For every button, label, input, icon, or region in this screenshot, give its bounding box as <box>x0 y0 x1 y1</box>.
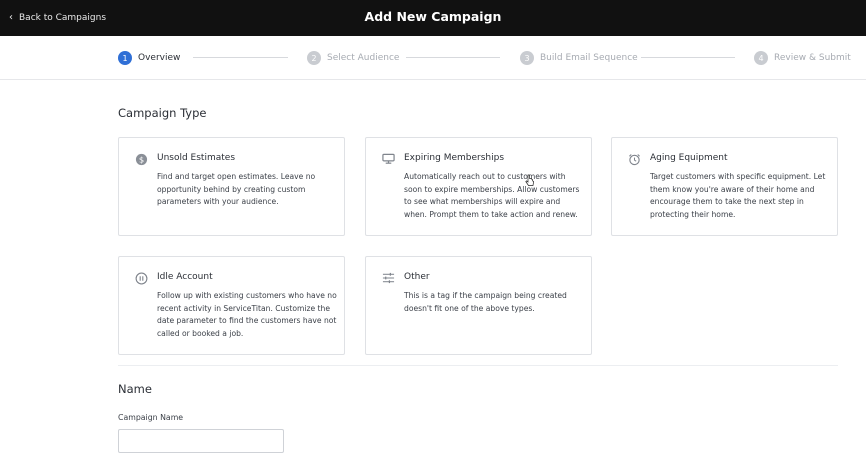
step-number: 3 <box>520 51 534 65</box>
card-title: Expiring Memberships <box>404 153 505 163</box>
step-review-submit[interactable]: 4 Review & Submit <box>754 50 851 66</box>
mouse-cursor-icon <box>525 174 534 186</box>
monitor-icon <box>381 152 395 166</box>
step-label: Overview <box>138 53 181 63</box>
card-idle-account[interactable]: Idle Account Follow up with existing cus… <box>118 256 345 355</box>
step-number: 1 <box>118 51 132 65</box>
name-heading: Name <box>118 382 152 396</box>
alarm-clock-icon <box>627 152 641 166</box>
card-unsold-estimates[interactable]: $ Unsold Estimates Find and target open … <box>118 137 345 236</box>
svg-text:$: $ <box>138 154 143 164</box>
card-description: Automatically reach out to customers wit… <box>404 172 580 219</box>
step-connector <box>641 57 735 58</box>
card-description: Find and target open estimates. Leave no… <box>157 172 316 207</box>
card-description: Follow up with existing customers who ha… <box>157 291 337 338</box>
step-number: 4 <box>754 51 768 65</box>
sliders-icon <box>381 271 395 285</box>
card-title: Unsold Estimates <box>157 153 236 163</box>
card-description: This is a tag if the campaign being crea… <box>404 291 567 313</box>
progress-stepper: 1 Overview 2 Select Audience 3 Build Ema… <box>0 36 866 80</box>
card-title: Idle Account <box>157 272 213 282</box>
step-connector <box>406 57 500 58</box>
top-bar: ‹ Back to Campaigns Add New Campaign <box>0 0 866 36</box>
card-aging-equipment[interactable]: Aging Equipment Target customers with sp… <box>611 137 838 236</box>
step-label: Select Audience <box>327 53 400 63</box>
step-overview[interactable]: 1 Overview <box>118 50 180 66</box>
step-build-email-sequence[interactable]: 3 Build Email Sequence <box>520 50 638 66</box>
section-divider <box>118 365 838 366</box>
step-connector <box>193 57 288 58</box>
card-description: Target customers with specific equipment… <box>650 172 826 219</box>
campaign-name-input[interactable] <box>118 429 284 453</box>
dollar-circle-icon: $ <box>134 152 148 166</box>
card-other[interactable]: Other This is a tag if the campaign bein… <box>365 256 592 355</box>
card-title: Other <box>404 272 430 282</box>
campaign-name-label: Campaign Name <box>118 413 184 422</box>
step-select-audience[interactable]: 2 Select Audience <box>307 50 399 66</box>
card-title: Aging Equipment <box>650 153 728 163</box>
step-label: Review & Submit <box>774 53 851 63</box>
pause-circle-icon <box>134 271 148 285</box>
card-expiring-memberships[interactable]: Expiring Memberships Automatically reach… <box>365 137 592 236</box>
campaign-type-heading: Campaign Type <box>118 106 207 120</box>
step-number: 2 <box>307 51 321 65</box>
step-label: Build Email Sequence <box>540 53 638 63</box>
page-title: Add New Campaign <box>364 9 502 24</box>
